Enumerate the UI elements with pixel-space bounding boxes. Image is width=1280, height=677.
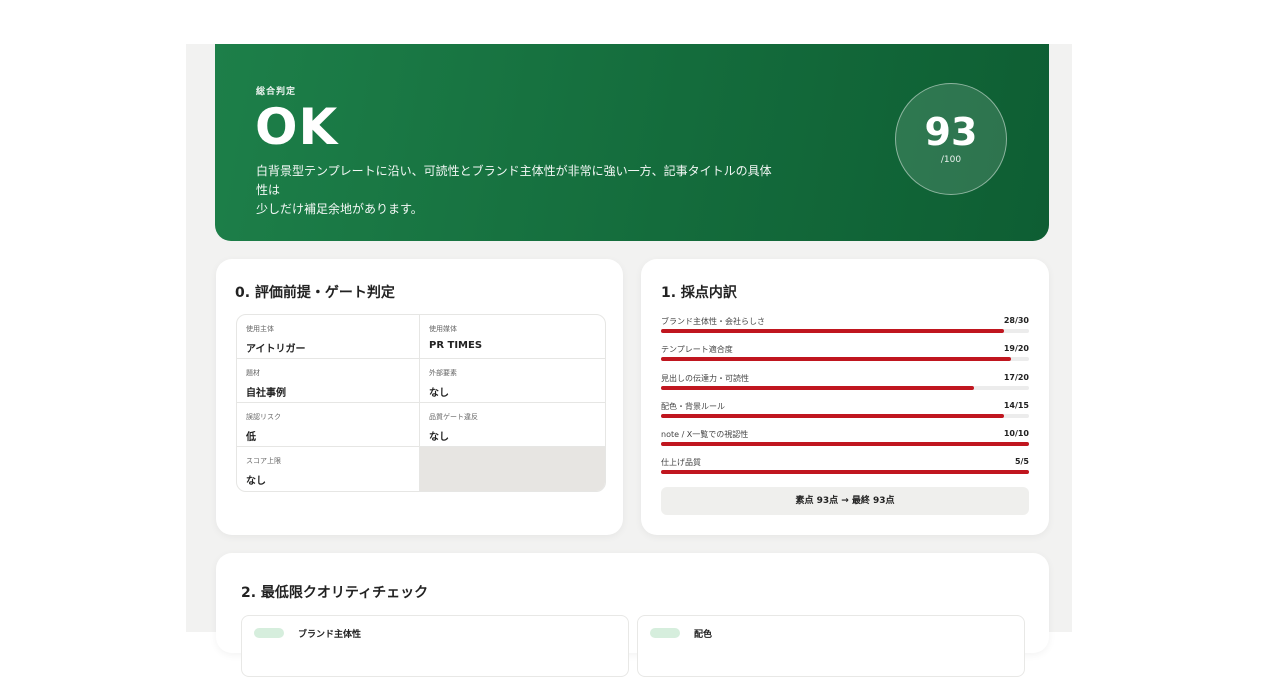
score-fill bbox=[661, 329, 1005, 333]
score-value: 5/5 bbox=[1014, 457, 1029, 466]
summary-line-2: 少しだけ補足余地があります。 bbox=[256, 202, 423, 216]
verdict-eyebrow: 総合判定 bbox=[256, 87, 297, 97]
quality-item-label: ブランド主体性 bbox=[298, 630, 362, 640]
score-track bbox=[661, 357, 1029, 361]
score-label: 配色・背景ルール bbox=[661, 402, 725, 411]
gate-cell: 題材 自社事例 bbox=[237, 359, 420, 403]
quality-check-card: 2. 最低限クオリティチェック ブランド主体性 配色 bbox=[216, 553, 1049, 677]
verdict-banner: 総合判定 OK 白背景型テンプレートに沿い、可読性とブランド主体性が非常に強い一… bbox=[215, 44, 1049, 241]
quality-item-label: 配色 bbox=[694, 630, 713, 640]
score-fill bbox=[661, 357, 1011, 361]
gate-cell: 外部要素 なし bbox=[420, 359, 605, 403]
total-score: 93 bbox=[924, 110, 978, 154]
gate-card: 0. 評価前提・ゲート判定 使用主体アイトリガー 使用媒体 PR TIMES 題材… bbox=[216, 259, 623, 535]
status-badge bbox=[254, 628, 284, 638]
score-breakdown-card: 1. 採点内訳 ブランド主体性・会社らしさ 28/30 テンプレート適合度 19… bbox=[641, 259, 1049, 535]
score-value: 14/15 bbox=[1003, 401, 1029, 410]
score-value: 19/20 bbox=[1003, 344, 1029, 353]
gate-cell: 使用媒体 PR TIMES bbox=[420, 315, 605, 359]
score-breakdown-title: 1. 採点内訳 bbox=[661, 285, 737, 301]
score-track bbox=[661, 386, 1029, 390]
gate-key: 外部要素 bbox=[429, 369, 457, 377]
quality-item: ブランド主体性 bbox=[241, 615, 629, 677]
gate-key: 品質ゲート違反 bbox=[429, 413, 478, 421]
score-fill bbox=[661, 470, 1029, 474]
gate-title: 0. 評価前提・ゲート判定 bbox=[235, 285, 395, 301]
total-score-ring: 93 /100 bbox=[895, 83, 1007, 195]
score-value: 28/30 bbox=[1003, 316, 1029, 325]
gate-value: アイトリガー bbox=[246, 344, 306, 355]
gate-value: 低 bbox=[246, 432, 256, 443]
gate-key: 題材 bbox=[246, 369, 260, 377]
verdict-label: OK bbox=[255, 98, 339, 156]
score-track bbox=[661, 414, 1029, 418]
gate-cell: 誤認リスク低 bbox=[237, 403, 420, 447]
score-value: 17/20 bbox=[1003, 373, 1029, 382]
score-track bbox=[661, 329, 1029, 333]
gate-value: 自社事例 bbox=[246, 388, 286, 399]
score-total: 素点 93点 → 最終 93点 bbox=[661, 487, 1029, 515]
gate-key: スコア上限 bbox=[246, 457, 281, 465]
gate-key: 使用主体 bbox=[246, 325, 274, 333]
gate-value: なし bbox=[246, 476, 266, 487]
summary-line-1: 白背景型テンプレートに沿い、可読性とブランド主体性が非常に強い一方、記事タイトル… bbox=[256, 164, 772, 197]
gate-cell: 使用主体アイトリガー bbox=[237, 315, 420, 359]
score-track bbox=[661, 442, 1029, 446]
score-label: 仕上げ品質 bbox=[661, 458, 701, 467]
score-label: 見出しの伝達力・可読性 bbox=[661, 374, 749, 383]
gate-value: なし bbox=[429, 388, 449, 399]
total-score-max: /100 bbox=[940, 155, 962, 165]
gate-key: 誤認リスク bbox=[246, 413, 281, 421]
score-label: ブランド主体性・会社らしさ bbox=[661, 317, 765, 326]
gate-cell: 品質ゲート違反 なし bbox=[420, 403, 605, 447]
quality-check-title: 2. 最低限クオリティチェック bbox=[241, 585, 429, 601]
score-fill bbox=[661, 386, 974, 390]
gate-cell: スコア上限 なし bbox=[237, 447, 420, 491]
score-fill bbox=[661, 442, 1029, 446]
score-label: テンプレート適合度 bbox=[661, 345, 733, 354]
gate-grid: 使用主体アイトリガー 使用媒体 PR TIMES 題材自社事例 外部要素なし 誤認… bbox=[236, 314, 606, 492]
gate-cell-empty bbox=[420, 447, 605, 491]
gate-key: 使用媒体 bbox=[429, 325, 457, 333]
top-fade bbox=[0, 0, 1280, 40]
score-fill bbox=[661, 414, 1005, 418]
score-label: note / X一覧での視認性 bbox=[661, 430, 749, 439]
quality-item: 配色 bbox=[637, 615, 1025, 677]
gate-value: なし bbox=[429, 432, 449, 443]
gate-value: PR TIMES bbox=[429, 340, 483, 351]
score-track bbox=[661, 470, 1029, 474]
score-value: 10/10 bbox=[1003, 429, 1029, 438]
verdict-summary: 白背景型テンプレートに沿い、可読性とブランド主体性が非常に強い一方、記事タイトル… bbox=[256, 162, 776, 219]
status-badge bbox=[650, 628, 680, 638]
